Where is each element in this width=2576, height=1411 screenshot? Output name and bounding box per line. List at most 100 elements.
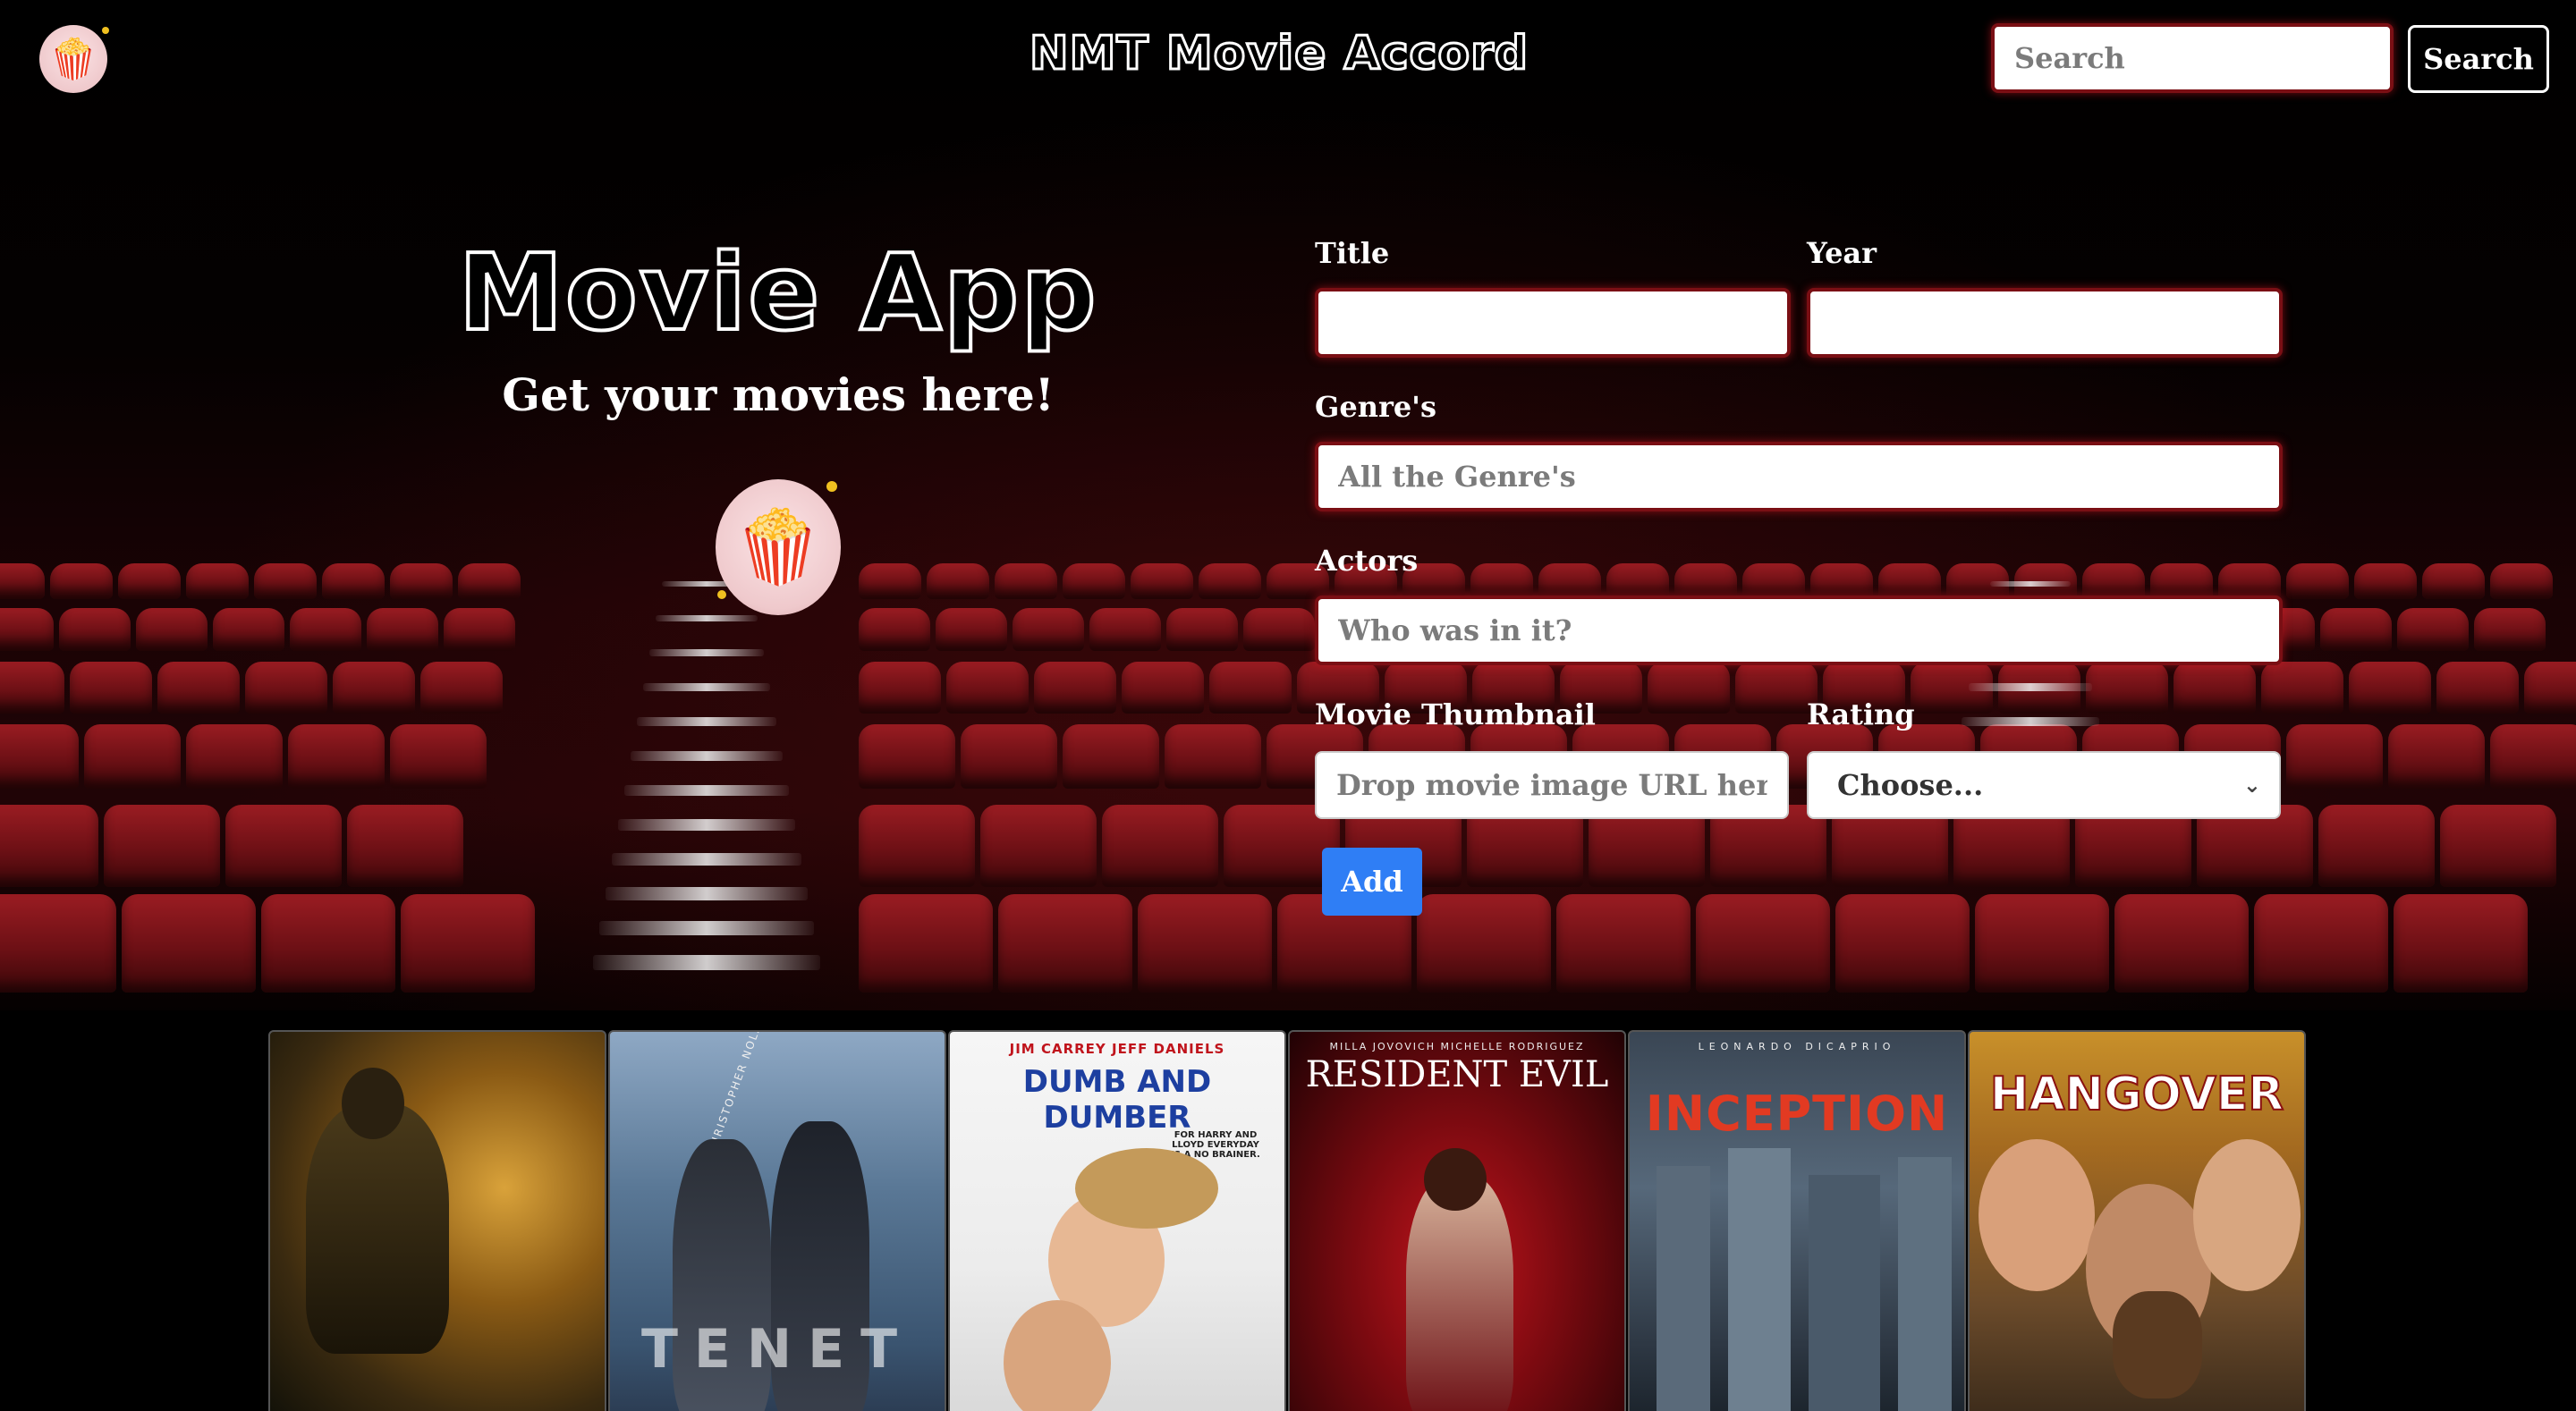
seat bbox=[859, 724, 955, 789]
seat bbox=[2354, 563, 2417, 599]
seat bbox=[390, 563, 453, 599]
seat bbox=[946, 662, 1029, 714]
seat bbox=[390, 724, 487, 789]
seat bbox=[1063, 724, 1159, 789]
poster-figure bbox=[342, 1068, 404, 1139]
seat-row bbox=[0, 563, 555, 599]
seat bbox=[347, 805, 463, 887]
title-label: Title bbox=[1315, 236, 1390, 270]
seat bbox=[0, 662, 64, 714]
poster-building bbox=[1809, 1175, 1880, 1411]
popcorn-logo-icon[interactable]: 🍿 bbox=[39, 25, 109, 93]
stair-step bbox=[624, 785, 789, 796]
actors-label: Actors bbox=[1315, 544, 1419, 578]
seat bbox=[367, 608, 438, 651]
search-input[interactable] bbox=[1991, 23, 2394, 93]
seat-row bbox=[0, 724, 555, 789]
seat bbox=[1810, 563, 1873, 599]
seat bbox=[213, 608, 284, 651]
sparkle-icon bbox=[102, 27, 109, 34]
seat bbox=[1417, 894, 1551, 993]
seat bbox=[1674, 563, 1737, 599]
seat bbox=[333, 662, 415, 714]
poster-title: DUMB AND DUMBER bbox=[1022, 1064, 1212, 1136]
genres-label: Genre's bbox=[1315, 390, 1436, 424]
stair-step bbox=[618, 819, 795, 831]
stair-step bbox=[593, 955, 820, 970]
poster-dumb-and-dumber[interactable]: JIM CARREY JEFF DANIELS DUMB AND DUMBER … bbox=[948, 1030, 1286, 1411]
theater-stairs bbox=[555, 554, 859, 970]
poster-figure bbox=[1424, 1148, 1487, 1211]
seat bbox=[2218, 563, 2281, 599]
add-button[interactable]: Add bbox=[1322, 848, 1422, 916]
seat bbox=[1063, 563, 1125, 599]
seat bbox=[157, 662, 240, 714]
thumbnail-url-input[interactable] bbox=[1315, 751, 1789, 819]
seat bbox=[59, 608, 131, 651]
rating-select[interactable]: Choose... ⌄ bbox=[1807, 751, 2281, 819]
poster-black-hawk-down[interactable] bbox=[268, 1030, 606, 1411]
seat bbox=[998, 894, 1132, 993]
poster-inception[interactable]: LEONARDO DICAPRIO INCEPTION bbox=[1628, 1030, 1966, 1411]
seat bbox=[50, 563, 113, 599]
seat bbox=[2318, 805, 2435, 887]
seat bbox=[186, 724, 283, 789]
seat bbox=[859, 805, 975, 887]
seat bbox=[1243, 608, 1315, 651]
page: 🍿 NMT Movie Accord Search Movie App Get … bbox=[0, 0, 2576, 1411]
title-input[interactable] bbox=[1315, 288, 1791, 358]
seat bbox=[288, 724, 385, 789]
genres-input[interactable] bbox=[1315, 442, 2283, 511]
rating-label: Rating bbox=[1807, 697, 1915, 731]
seat bbox=[1199, 563, 1261, 599]
seat bbox=[261, 894, 395, 993]
seat bbox=[1166, 608, 1238, 651]
seat bbox=[245, 662, 327, 714]
seat bbox=[225, 805, 342, 887]
seat bbox=[0, 563, 45, 599]
seat bbox=[2440, 805, 2556, 887]
poster-title: INCEPTION bbox=[1645, 1086, 1949, 1142]
seat bbox=[859, 894, 993, 993]
seat bbox=[1131, 563, 1193, 599]
poster-figure bbox=[306, 1103, 449, 1354]
seat bbox=[0, 608, 54, 651]
actors-input[interactable] bbox=[1315, 596, 2283, 665]
poster-resident-evil[interactable]: MILLA JOVOVICH MICHELLE RODRIGUEZ RESIDE… bbox=[1288, 1030, 1626, 1411]
seat bbox=[1138, 894, 1272, 993]
seat bbox=[186, 563, 249, 599]
seat bbox=[2422, 563, 2485, 599]
seat-row bbox=[0, 894, 555, 993]
seat bbox=[0, 724, 79, 789]
poster-figure bbox=[1075, 1148, 1218, 1229]
seat bbox=[936, 608, 1007, 651]
movie-poster-list: A FILM BY CHRISTOPHER NOLAN TENET JIM CA… bbox=[268, 1030, 2308, 1411]
stair-step bbox=[631, 751, 783, 761]
seat bbox=[859, 563, 921, 599]
poster-figure bbox=[2113, 1291, 2202, 1398]
seat bbox=[2320, 608, 2392, 651]
sparkle-icon bbox=[717, 590, 726, 599]
seat bbox=[1165, 724, 1261, 789]
poster-tenet[interactable]: A FILM BY CHRISTOPHER NOLAN TENET bbox=[608, 1030, 946, 1411]
seat bbox=[458, 563, 521, 599]
seat bbox=[2397, 608, 2469, 651]
seat bbox=[927, 563, 989, 599]
seat bbox=[104, 805, 220, 887]
seat bbox=[1089, 608, 1161, 651]
seat bbox=[444, 608, 515, 651]
seat bbox=[2261, 662, 2343, 714]
search-button[interactable]: Search bbox=[2408, 25, 2549, 93]
stair-step bbox=[1969, 683, 2092, 691]
seat bbox=[1606, 563, 1669, 599]
poster-hangover[interactable]: HANGOVER bbox=[1968, 1030, 2306, 1411]
year-input[interactable] bbox=[1807, 288, 2283, 358]
poster-title: TENET bbox=[640, 1318, 914, 1381]
sparkle-icon bbox=[826, 481, 837, 492]
seat bbox=[420, 662, 503, 714]
seat bbox=[1556, 894, 1690, 993]
seat bbox=[1735, 662, 1818, 714]
seat-row bbox=[859, 563, 2576, 599]
stair-step bbox=[649, 649, 764, 656]
chevron-down-icon: ⌄ bbox=[2242, 773, 2261, 798]
